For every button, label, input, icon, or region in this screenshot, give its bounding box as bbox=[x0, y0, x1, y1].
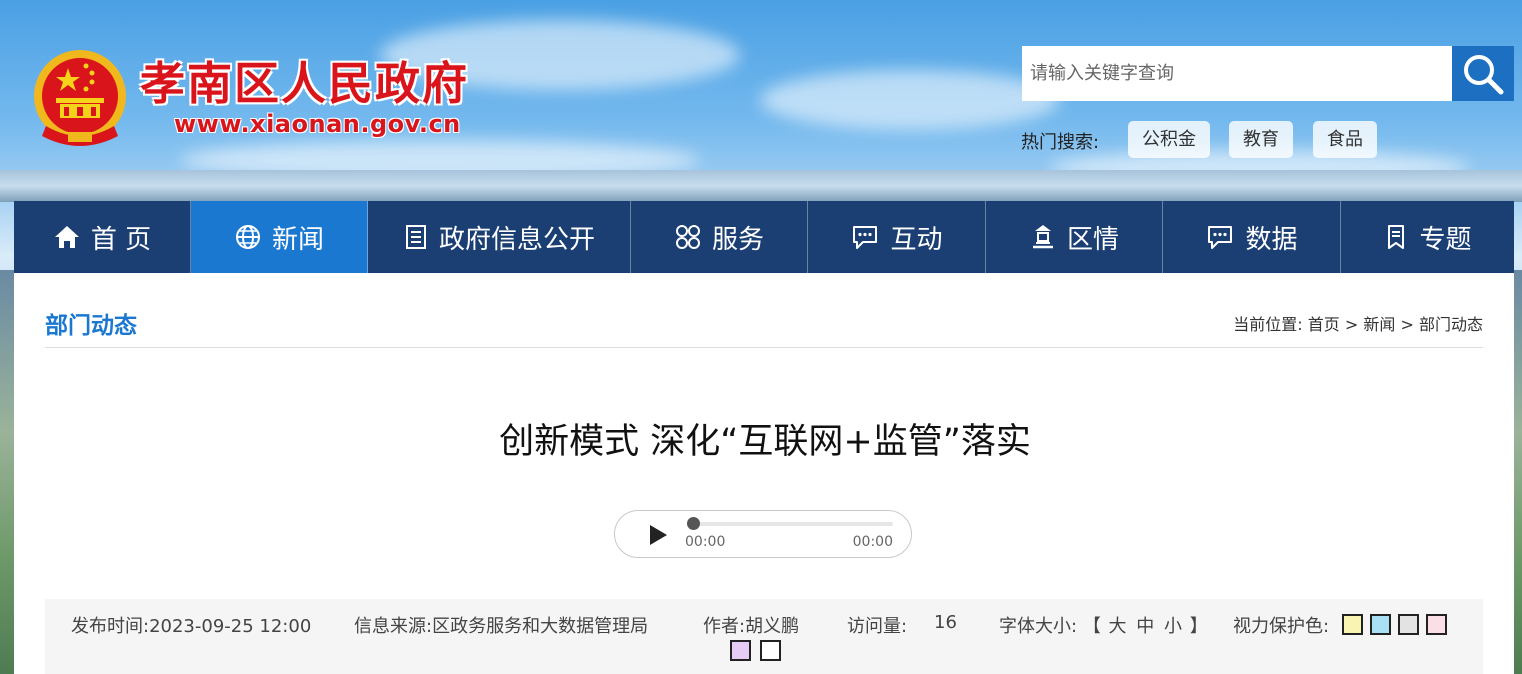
services-grid-icon bbox=[675, 225, 700, 249]
font-size-label: 字体大小: bbox=[999, 616, 1078, 637]
nav-item-label: 服务 bbox=[711, 224, 764, 255]
font-size-control: 字体大小: 【 大 中 小 】 bbox=[999, 612, 1208, 638]
info-source: 信息来源:区政务服务和大数据管理局 bbox=[354, 616, 649, 637]
hot-tag-education[interactable]: 教育 bbox=[1229, 121, 1293, 158]
hot-tag-food[interactable]: 食品 bbox=[1313, 121, 1377, 158]
eye-care-swatch-white[interactable] bbox=[760, 640, 781, 661]
cloud-decoration bbox=[760, 70, 1060, 130]
hot-search-label: 热门搜索: bbox=[1021, 132, 1100, 153]
nav-item-district[interactable]: 区情 bbox=[986, 201, 1163, 273]
section-title: 部门动态 bbox=[45, 313, 137, 339]
hot-tag-housing-fund[interactable]: 公积金 bbox=[1128, 121, 1210, 158]
nav-item-topics[interactable]: 专题 bbox=[1341, 201, 1514, 273]
bookmark-icon bbox=[1388, 225, 1405, 249]
nav-item-label: 政府信息公开 bbox=[438, 224, 595, 255]
site-title[interactable]: 孝南区人民政府 bbox=[140, 47, 469, 112]
breadcrumb-home[interactable]: 首页 bbox=[1308, 315, 1340, 334]
breadcrumb: 当前位置: 首页 > 新闻 > 部门动态 bbox=[1233, 311, 1483, 335]
nav-item-home[interactable]: 首 页 bbox=[14, 201, 191, 273]
breadcrumb-news[interactable]: 新闻 bbox=[1363, 315, 1395, 334]
message-icon bbox=[1208, 226, 1233, 249]
nav-item-label: 区情 bbox=[1066, 224, 1119, 255]
article-meta-bar: 发布时间:2023-09-25 12:00 信息来源:区政务服务和大数据管理局 … bbox=[45, 599, 1483, 674]
building-icon bbox=[1032, 225, 1053, 249]
scenery-strip-right bbox=[1514, 270, 1522, 674]
nav-item-label: 专题 bbox=[1419, 224, 1472, 255]
breadcrumb-separator: > bbox=[1344, 315, 1359, 334]
site-url[interactable]: www.xiaonan.gov.cn bbox=[174, 110, 461, 138]
eye-care-swatch-pink[interactable] bbox=[1426, 614, 1447, 635]
lake-scenery bbox=[0, 170, 1522, 202]
bracket-open: 【 bbox=[1082, 616, 1101, 637]
audio-progress-track[interactable] bbox=[691, 522, 893, 526]
views-label: 访问量: bbox=[847, 616, 908, 637]
audio-duration: 00:00 bbox=[852, 534, 893, 550]
eye-care-swatch-purple[interactable] bbox=[730, 640, 751, 661]
audio-player: 00:00 00:00 bbox=[614, 510, 912, 558]
content-panel: 部门动态 当前位置: 首页 > 新闻 > 部门动态 创新模式 深化“互联网+监管… bbox=[14, 273, 1514, 674]
audio-progress-thumb[interactable] bbox=[687, 517, 700, 530]
eye-care-swatch-blue[interactable] bbox=[1370, 614, 1391, 635]
font-size-small[interactable]: 小 bbox=[1164, 616, 1182, 637]
nav-item-interaction[interactable]: 互动 bbox=[808, 201, 986, 273]
breadcrumb-prefix: 当前位置: bbox=[1233, 315, 1303, 334]
author: 作者:胡义鹏 bbox=[703, 616, 800, 637]
nav-item-label: 互动 bbox=[890, 224, 943, 255]
font-size-large[interactable]: 大 bbox=[1109, 616, 1127, 637]
nav-item-data[interactable]: 数据 bbox=[1163, 201, 1341, 273]
home-icon bbox=[54, 226, 79, 248]
scenery-strip-left bbox=[0, 270, 14, 674]
article-title: 创新模式 深化“互联网+监管”落实 bbox=[499, 422, 1031, 462]
eye-care-label: 视力保护色: bbox=[1233, 616, 1330, 637]
search-icon bbox=[1464, 54, 1504, 94]
chat-icon bbox=[853, 226, 878, 249]
breadcrumb-department-news[interactable]: 部门动态 bbox=[1419, 315, 1483, 334]
search-button[interactable] bbox=[1452, 46, 1514, 101]
nav-item-label: 首 页 bbox=[90, 224, 152, 255]
nav-item-gov-info[interactable]: 政府信息公开 bbox=[368, 201, 631, 273]
audio-current-time: 00:00 bbox=[685, 534, 726, 550]
publish-time: 发布时间:2023-09-25 12:00 bbox=[71, 616, 312, 637]
eye-care-swatch-yellow[interactable] bbox=[1342, 614, 1363, 635]
bracket-close: 】 bbox=[1189, 616, 1208, 637]
section-divider bbox=[45, 347, 1483, 348]
national-emblem-logo bbox=[34, 50, 126, 146]
views-count: 16 bbox=[934, 612, 957, 633]
search-input[interactable] bbox=[1022, 46, 1452, 101]
main-nav: 首 页 新闻 政府信息公开 服务 互动 区情 数据 专题 bbox=[14, 201, 1514, 273]
nav-item-news[interactable]: 新闻 bbox=[191, 201, 368, 273]
nav-item-label: 新闻 bbox=[271, 224, 324, 255]
document-icon bbox=[405, 225, 426, 249]
play-icon[interactable] bbox=[645, 523, 669, 547]
font-size-medium[interactable]: 中 bbox=[1136, 616, 1154, 637]
eye-care-swatch-gray[interactable] bbox=[1398, 614, 1419, 635]
nav-item-services[interactable]: 服务 bbox=[631, 201, 808, 273]
breadcrumb-separator: > bbox=[1400, 315, 1414, 334]
globe-icon bbox=[235, 225, 260, 249]
nav-item-label: 数据 bbox=[1245, 224, 1298, 255]
